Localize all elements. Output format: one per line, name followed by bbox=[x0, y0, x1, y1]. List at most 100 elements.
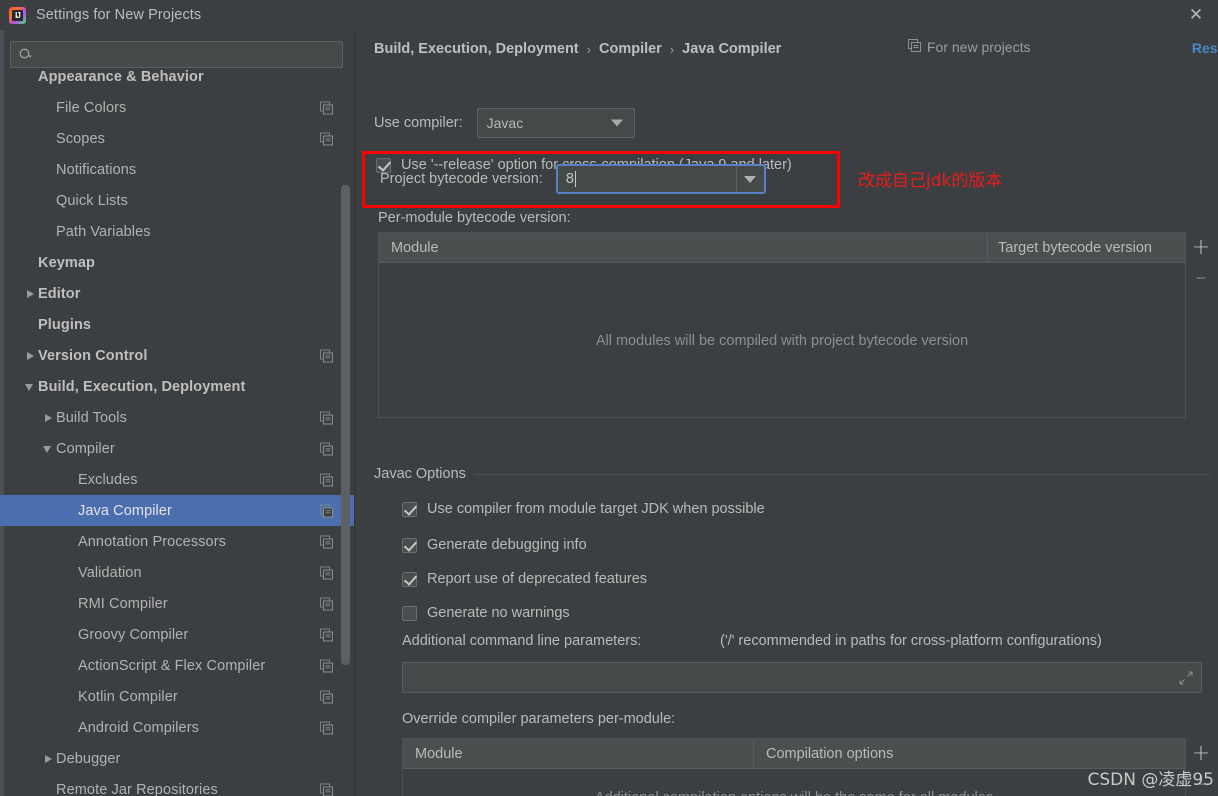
close-icon[interactable]: ✕ bbox=[1184, 4, 1208, 26]
remove-module-button[interactable]: – bbox=[1186, 262, 1216, 292]
sidebar-item-editor[interactable]: Editor bbox=[0, 278, 354, 309]
sidebar-item-label: Kotlin Compiler bbox=[78, 688, 178, 705]
chevron-right-icon[interactable] bbox=[42, 411, 56, 425]
sidebar-item-kotlin-compiler[interactable]: Kotlin Compiler bbox=[0, 681, 354, 712]
group-divider bbox=[473, 473, 1210, 475]
sidebar-scrollbar[interactable] bbox=[341, 185, 350, 665]
sidebar-item-build-tools[interactable]: Build Tools bbox=[0, 402, 354, 433]
additional-params-hint: ('/' recommended in paths for cross-plat… bbox=[720, 633, 1102, 649]
sidebar-item-label: Annotation Processors bbox=[78, 533, 226, 550]
project-bytecode-row: Project bytecode version: 8 bbox=[380, 164, 766, 194]
per-module-table: Module Target bytecode version All modul… bbox=[378, 232, 1186, 418]
add-module-button[interactable]: + bbox=[1186, 232, 1216, 262]
option-debug-info-checkbox[interactable] bbox=[402, 537, 417, 553]
sidebar-item-label: ActionScript & Flex Compiler bbox=[78, 657, 266, 674]
copy-icon bbox=[320, 473, 333, 486]
chevron-right-icon[interactable] bbox=[24, 349, 38, 363]
sidebar-item-path-variables[interactable]: Path Variables bbox=[0, 216, 354, 247]
sidebar-item-label: Notifications bbox=[56, 161, 137, 178]
title-bar: IJ Settings for New Projects ✕ bbox=[0, 0, 1218, 30]
sidebar-item-keymap[interactable]: Keymap bbox=[0, 247, 354, 278]
option-deprecated-row[interactable]: Report use of deprecated features bbox=[402, 571, 647, 587]
sidebar-item-scopes[interactable]: Scopes bbox=[0, 123, 354, 154]
sidebar-item-android-compilers[interactable]: Android Compilers bbox=[0, 712, 354, 743]
override-empty-message: Additional compilation options will be t… bbox=[595, 790, 993, 796]
sidebar-item-groovy-compiler[interactable]: Groovy Compiler bbox=[0, 619, 354, 650]
chevron-down-icon[interactable] bbox=[42, 442, 56, 456]
reset-link[interactable]: Reset bbox=[1192, 40, 1218, 56]
sidebar-item-validation[interactable]: Validation bbox=[0, 557, 354, 588]
option-use-module-jdk-row[interactable]: Use compiler from module target JDK when… bbox=[402, 501, 765, 517]
additional-params-input[interactable] bbox=[402, 662, 1202, 693]
sidebar-item-remote-jar-repositories[interactable]: Remote Jar Repositories bbox=[0, 774, 354, 796]
sidebar-item-label: Android Compilers bbox=[78, 719, 199, 736]
project-bytecode-input[interactable]: 8 bbox=[555, 164, 766, 194]
add-override-button[interactable]: + bbox=[1186, 738, 1216, 768]
sidebar-item-version-control[interactable]: Version Control bbox=[0, 340, 354, 371]
project-bytecode-dropdown-button[interactable] bbox=[735, 166, 764, 192]
sidebar-item-compiler[interactable]: Compiler bbox=[0, 433, 354, 464]
per-module-empty-message: All modules will be compiled with projec… bbox=[595, 332, 969, 349]
expand-icon[interactable] bbox=[1179, 670, 1193, 685]
for-new-projects-label: For new projects bbox=[927, 39, 1031, 55]
column-header-compilation-options[interactable]: Compilation options bbox=[753, 739, 1185, 768]
column-header-module[interactable]: Module bbox=[379, 233, 987, 262]
sidebar-item-label: Path Variables bbox=[56, 223, 151, 240]
per-module-table-body: All modules will be compiled with projec… bbox=[379, 263, 1185, 418]
sidebar-item-quick-lists[interactable]: Quick Lists bbox=[0, 185, 354, 216]
override-table: Module Compilation options Additional co… bbox=[402, 738, 1186, 796]
text-cursor bbox=[574, 171, 576, 187]
use-compiler-label: Use compiler: bbox=[374, 115, 463, 131]
chevron-right-icon[interactable] bbox=[42, 752, 56, 766]
remove-override-button[interactable]: – bbox=[1186, 768, 1216, 796]
option-no-warnings-checkbox[interactable] bbox=[402, 605, 417, 621]
sidebar-item-label: Remote Jar Repositories bbox=[56, 781, 218, 796]
per-module-table-buttons: + – bbox=[1186, 232, 1216, 292]
sidebar-item-appearance-behavior[interactable]: Appearance & Behavior bbox=[0, 61, 354, 92]
sidebar-item-plugins[interactable]: Plugins bbox=[0, 309, 354, 340]
sidebar-item-file-colors[interactable]: File Colors bbox=[0, 92, 354, 123]
option-debug-info-label: Generate debugging info bbox=[427, 537, 587, 553]
use-compiler-dropdown[interactable]: Javac bbox=[476, 108, 635, 138]
chevron-right-icon[interactable] bbox=[24, 287, 38, 301]
breadcrumb-item-0[interactable]: Build, Execution, Deployment bbox=[374, 41, 579, 57]
option-no-warnings-row[interactable]: Generate no warnings bbox=[402, 605, 570, 621]
sidebar-item-label: File Colors bbox=[56, 99, 127, 116]
sidebar-item-label: Java Compiler bbox=[78, 502, 172, 519]
sidebar-item-rmi-compiler[interactable]: RMI Compiler bbox=[0, 588, 354, 619]
sidebar-item-debugger[interactable]: Debugger bbox=[0, 743, 354, 774]
copy-icon bbox=[320, 535, 333, 548]
column-header-target-bytecode-version[interactable]: Target bytecode version bbox=[987, 233, 1185, 262]
breadcrumb-item-2[interactable]: Java Compiler bbox=[682, 41, 781, 57]
option-debug-info-row[interactable]: Generate debugging info bbox=[402, 537, 587, 553]
sidebar-item-label: Quick Lists bbox=[56, 192, 129, 209]
sidebar-item-build-execution-deployment[interactable]: Build, Execution, Deployment bbox=[0, 371, 354, 402]
column-header-module-2[interactable]: Module bbox=[403, 739, 753, 768]
chevron-down-icon[interactable] bbox=[24, 380, 38, 394]
sidebar-item-label: Appearance & Behavior bbox=[38, 68, 204, 85]
settings-tree: Appearance & Behavior File Colors Scopes No… bbox=[0, 61, 354, 796]
sidebar-item-java-compiler[interactable]: Java Compiler bbox=[0, 495, 354, 526]
sidebar-item-excludes[interactable]: Excludes bbox=[0, 464, 354, 495]
sidebar-item-annotation-processors[interactable]: Annotation Processors bbox=[0, 526, 354, 557]
sidebar-item-label: Compiler bbox=[56, 440, 115, 457]
option-deprecated-checkbox[interactable] bbox=[402, 571, 417, 587]
option-use-module-jdk-checkbox[interactable] bbox=[402, 501, 417, 517]
breadcrumb-item-1[interactable]: Compiler bbox=[599, 41, 662, 57]
option-deprecated-label: Report use of deprecated features bbox=[427, 571, 648, 587]
sidebar-item-label: Debugger bbox=[56, 750, 121, 767]
sidebar-item-notifications[interactable]: Notifications bbox=[0, 154, 354, 185]
sidebar-item-actionscript-flex-compiler[interactable]: ActionScript & Flex Compiler bbox=[0, 650, 354, 681]
sidebar-item-label: Editor bbox=[38, 285, 81, 302]
